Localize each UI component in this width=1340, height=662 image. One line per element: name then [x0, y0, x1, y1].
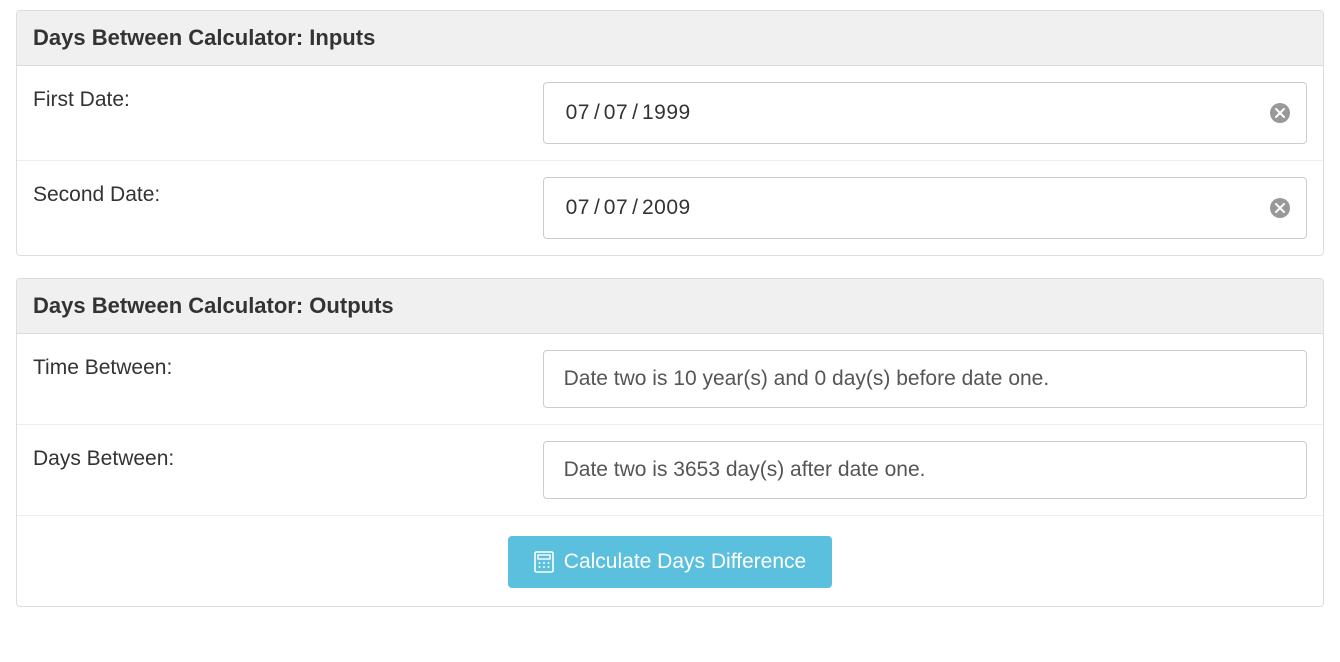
first-date-input[interactable]: 07 / 07 / 1999 [543, 82, 1307, 144]
second-date-input[interactable]: 07 / 07 / 2009 [543, 177, 1307, 239]
first-date-mm[interactable]: 07 [566, 101, 590, 125]
second-date-label: Second Date: [33, 177, 543, 207]
time-between-row: Time Between: Date two is 10 year(s) and… [17, 334, 1323, 425]
close-icon [1275, 108, 1285, 118]
time-between-output: Date two is 10 year(s) and 0 day(s) befo… [543, 350, 1307, 408]
outputs-panel: Days Between Calculator: Outputs Time Be… [16, 278, 1324, 607]
first-date-label: First Date: [33, 82, 543, 112]
calculate-button[interactable]: Calculate Days Difference [508, 536, 832, 588]
days-between-label: Days Between: [33, 441, 543, 471]
time-between-label: Time Between: [33, 350, 543, 380]
days-between-row: Days Between: Date two is 3653 day(s) af… [17, 425, 1323, 516]
calculate-button-label: Calculate Days Difference [564, 550, 806, 574]
second-date-clear-button[interactable] [1270, 198, 1290, 218]
inputs-panel: Days Between Calculator: Inputs First Da… [16, 10, 1324, 256]
first-date-row: First Date: 07 / 07 / 1999 [17, 66, 1323, 161]
calculator-icon [534, 551, 554, 573]
inputs-panel-title: Days Between Calculator: Inputs [17, 11, 1323, 66]
second-date-yyyy[interactable]: 2009 [642, 196, 691, 220]
first-date-dd[interactable]: 07 [604, 101, 628, 125]
first-date-yyyy[interactable]: 1999 [642, 101, 691, 125]
outputs-panel-title: Days Between Calculator: Outputs [17, 279, 1323, 334]
second-date-row: Second Date: 07 / 07 / 2009 [17, 161, 1323, 255]
action-row: Calculate Days Difference [17, 516, 1323, 606]
second-date-dd[interactable]: 07 [604, 196, 628, 220]
first-date-clear-button[interactable] [1270, 103, 1290, 123]
second-date-mm[interactable]: 07 [566, 196, 590, 220]
days-between-output: Date two is 3653 day(s) after date one. [543, 441, 1307, 499]
close-icon [1275, 203, 1285, 213]
